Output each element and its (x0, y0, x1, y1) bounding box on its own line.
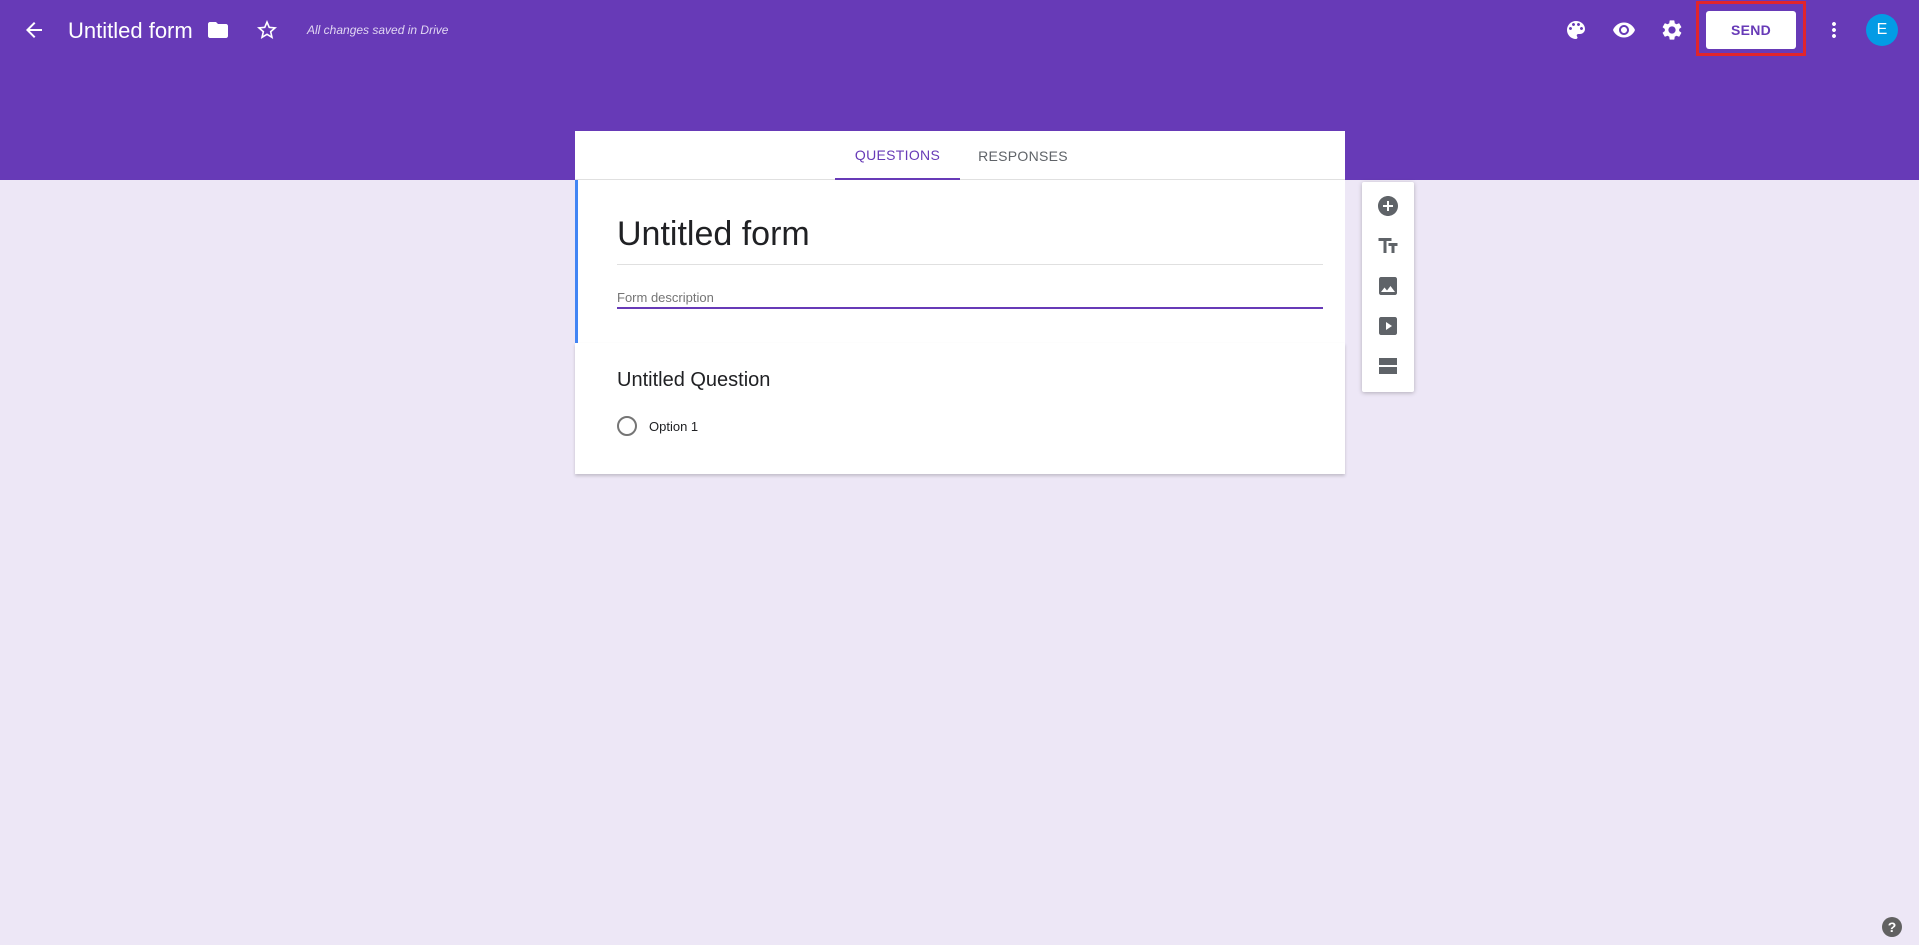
doc-title[interactable]: Untitled form (68, 17, 193, 45)
image-icon[interactable] (1372, 270, 1404, 302)
back-arrow-icon[interactable] (14, 10, 54, 50)
title-text-icon[interactable] (1372, 230, 1404, 262)
eye-icon[interactable] (1604, 10, 1644, 50)
section-icon[interactable] (1372, 350, 1404, 382)
question-card[interactable]: Untitled Question Option 1 (575, 343, 1345, 474)
question-title[interactable]: Untitled Question (617, 369, 770, 392)
tab-bar: QUESTIONS RESPONSES (575, 131, 1345, 180)
palette-icon[interactable] (1556, 10, 1596, 50)
form-description-input[interactable] (617, 287, 1323, 309)
option-label[interactable]: Option 1 (649, 419, 698, 434)
tab-responses[interactable]: RESPONSES (963, 131, 1083, 180)
video-icon[interactable] (1372, 310, 1404, 342)
send-button[interactable]: SEND (1706, 11, 1796, 49)
option-row: Option 1 (617, 415, 698, 437)
tab-questions[interactable]: QUESTIONS (835, 131, 960, 180)
star-icon[interactable] (247, 10, 287, 50)
more-vert-icon[interactable] (1814, 10, 1854, 50)
gear-icon[interactable] (1652, 10, 1692, 50)
avatar[interactable]: E (1866, 14, 1898, 46)
folder-icon[interactable] (198, 10, 238, 50)
radio-button[interactable] (617, 416, 637, 436)
help-icon[interactable]: ? (1882, 917, 1902, 937)
form-title[interactable]: Untitled form (617, 212, 1323, 265)
form-title-card: Untitled form (575, 180, 1345, 343)
question-toolbar (1362, 182, 1414, 392)
save-status: All changes saved in Drive (307, 23, 449, 37)
add-question-icon[interactable] (1372, 190, 1404, 222)
